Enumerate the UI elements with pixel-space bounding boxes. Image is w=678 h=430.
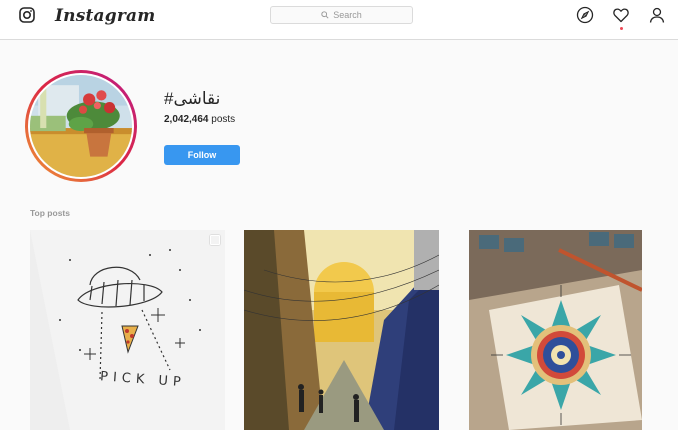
ufo-sketch-image: PICK UP (30, 230, 225, 430)
post-count-value: 2,042,464 (164, 114, 209, 125)
heart-icon[interactable] (612, 6, 630, 24)
search-placeholder: Search (333, 10, 362, 20)
street-painting-image (244, 230, 439, 430)
search-icon (321, 11, 329, 19)
post-count: 2,042,464 posts (164, 114, 235, 125)
compass-icon[interactable] (576, 6, 594, 24)
notification-dot (620, 27, 623, 30)
top-post-1[interactable]: PICK UP (30, 230, 225, 430)
follow-button[interactable]: Follow (164, 145, 240, 165)
multiple-posts-icon (210, 235, 220, 245)
top-navigation-bar: Instagram Search (0, 0, 678, 40)
top-post-3[interactable] (469, 230, 642, 430)
search-input[interactable]: Search (270, 6, 413, 24)
hashtag-avatar (25, 70, 137, 182)
profile-icon[interactable] (648, 6, 666, 24)
hashtag-cover-image (30, 75, 132, 177)
mandala-painting-image (469, 230, 642, 430)
instagram-wordmark[interactable]: Instagram (55, 6, 155, 26)
hashtag-title: #نقاشی (164, 89, 221, 108)
top-posts-heading: Top posts (30, 208, 70, 218)
instagram-glyph-icon[interactable] (19, 7, 35, 23)
top-post-2[interactable] (244, 230, 439, 430)
post-count-suffix: posts (211, 114, 236, 125)
